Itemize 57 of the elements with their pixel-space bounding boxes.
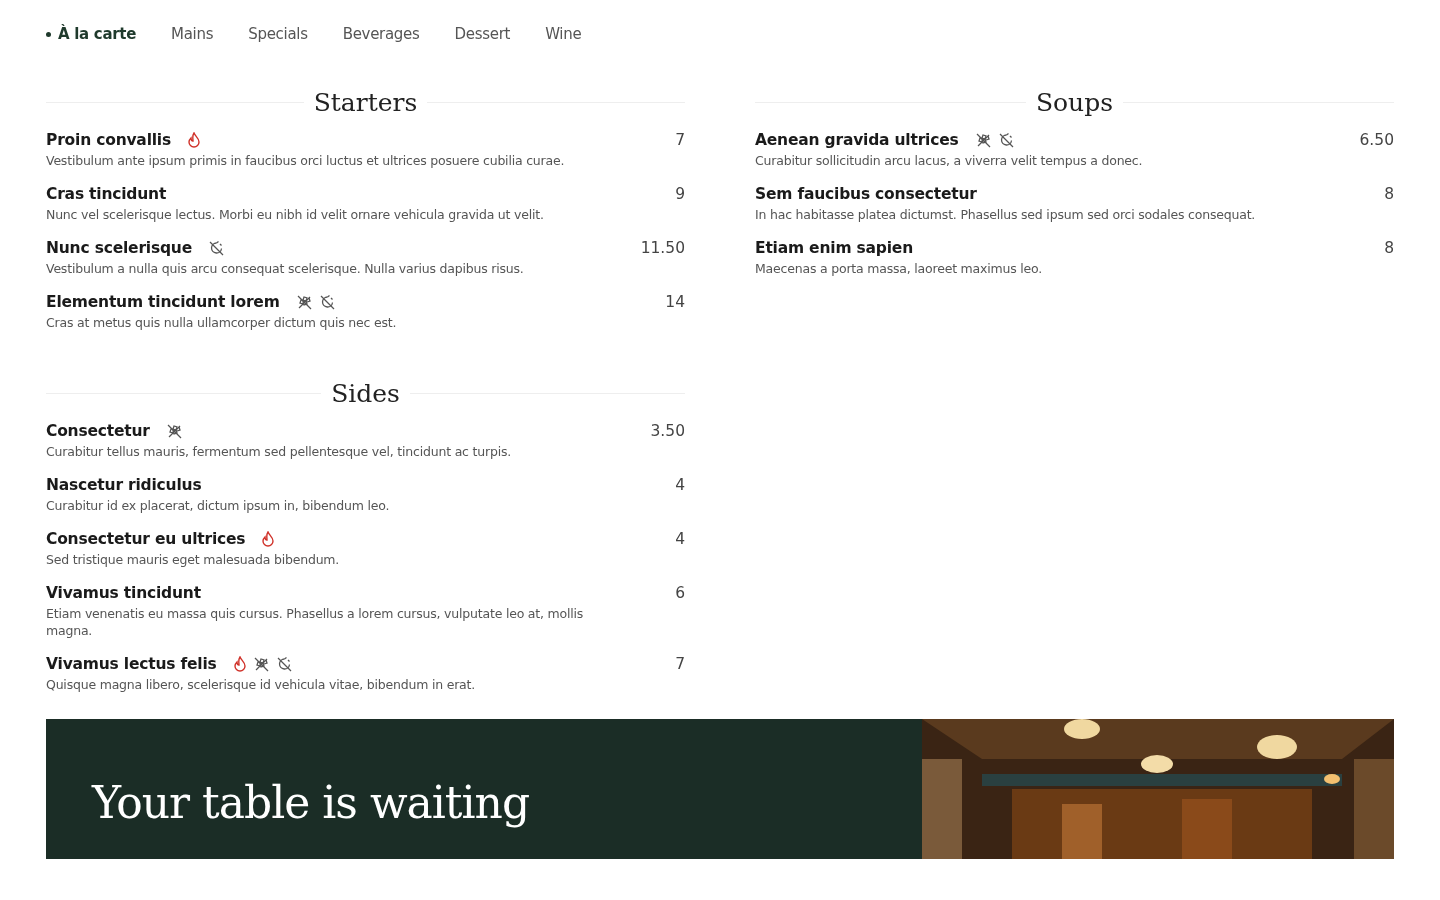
dish-description: Sed tristique mauris eget malesuada bibendum.: [46, 551, 341, 568]
dish-price: 6: [675, 584, 685, 602]
wheat-crossed-icon: [295, 293, 313, 311]
dish-description: Quisque magna libero, scelerisque id vehicula vitae, bibendum in erat.: [46, 676, 477, 693]
dish-name: Consectetur eu ultrices: [46, 530, 246, 548]
wheat-crossed-icon: [974, 131, 992, 149]
dish-description: Etiam venenatis eu massa quis cursus. Phasellus a lorem cursus, vulputate leo at, mollis magna.: [46, 605, 585, 639]
dish-name: Elementum tincidunt lorem: [46, 293, 280, 311]
nut-crossed-icon: [208, 239, 225, 257]
section-title: Soups: [1035, 88, 1114, 117]
menu-tab[interactable]: Beverages: [342, 25, 420, 43]
section-title: Sides: [331, 379, 400, 408]
dish-price: 8: [1384, 185, 1394, 203]
section-title: Starters: [313, 88, 418, 117]
dish-description: Curabitur id ex placerat, dictum ipsum in, bibendum leo.: [46, 497, 391, 514]
dish-price: 4: [675, 476, 685, 494]
dish-price: 8: [1384, 239, 1394, 257]
menu-tab[interactable]: Mains: [171, 25, 214, 43]
menu-tab[interactable]: À la carte: [46, 25, 137, 43]
menu-tab[interactable]: Dessert: [454, 25, 511, 43]
dish-price: 3.50: [650, 422, 685, 440]
dish-description: Cras at metus quis nulla ullamcorper dictum quis nec est.: [46, 314, 398, 331]
nut-crossed-icon: [275, 655, 293, 673]
dish-price: 14: [665, 293, 685, 311]
dish-name: Proin convallis: [46, 131, 171, 149]
dish-price: 4: [675, 530, 685, 548]
dish-name: Nascetur ridiculus: [46, 476, 202, 494]
nut-crossed-icon: [318, 293, 336, 311]
banner-heading: Your table is waiting: [92, 777, 531, 828]
dish-price: 7: [675, 131, 685, 149]
dish-name: Aenean gravida ultrices: [755, 131, 959, 149]
wheat-crossed-icon: [165, 422, 183, 440]
dish-description: Maecenas a porta massa, laoreet maximus leo.: [755, 260, 1044, 277]
dish-description: Nunc vel scelerisque lectus. Morbi eu nibh id velit ornare vehicula gravida ut velit.: [46, 206, 545, 223]
dish-name: Vivamus tincidunt: [46, 584, 201, 602]
dish-description: In hac habitasse platea dictumst. Phasellus sed ipsum sed orci sodales consequat.: [755, 206, 1257, 223]
dish-name: Consectetur: [46, 422, 150, 440]
dish-description: Vestibulum ante ipsum primis in faucibus orci luctus et ultrices posuere cubilia curae.: [46, 152, 566, 169]
dish-price: 9: [675, 185, 685, 203]
dish-name: Cras tincidunt: [46, 185, 167, 203]
dish-price: 11.50: [640, 239, 685, 257]
flame-icon: [261, 531, 276, 547]
dish-name: Sem faucibus consectetur: [755, 185, 977, 203]
dish-name: Etiam enim sapien: [755, 239, 913, 257]
dish-description: Curabitur sollicitudin arcu lacus, a viverra velit tempus a donec.: [755, 152, 1144, 169]
dish-description: Curabitur tellus mauris, fermentum sed pellentesque vel, tincidunt ac turpis.: [46, 443, 513, 460]
menu-tab[interactable]: Specials: [248, 25, 308, 43]
dish-description: Vestibulum a nulla quis arcu consequat scelerisque. Nulla varius dapibus risus.: [46, 260, 525, 277]
menu-tab[interactable]: Wine: [545, 25, 582, 43]
dish-price: 6.50: [1359, 131, 1394, 149]
dish-name: Vivamus lectus felis: [46, 655, 217, 673]
nut-crossed-icon: [997, 131, 1015, 149]
dish-price: 7: [675, 655, 685, 673]
flame-icon: [232, 655, 247, 672]
flame-icon: [187, 132, 201, 148]
wheat-crossed-icon: [252, 655, 270, 673]
dish-name: Nunc scelerisque: [46, 239, 192, 257]
